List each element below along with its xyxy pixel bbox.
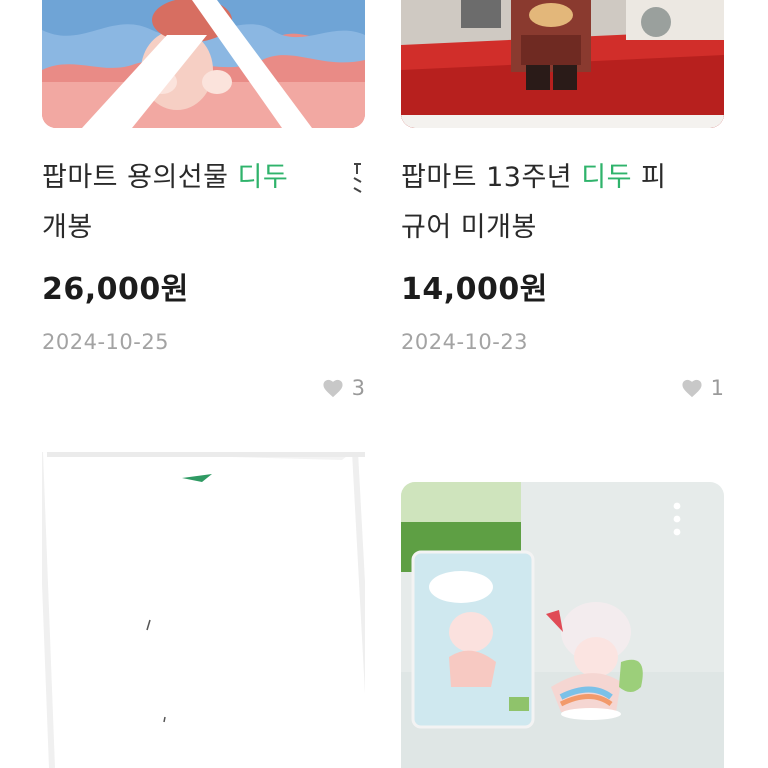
product-thumbnail-3[interactable] xyxy=(42,452,365,768)
title-highlight: 디두 xyxy=(581,162,632,193)
product-date-1: 2024-10-25 xyxy=(42,330,170,354)
product-title-2[interactable]: 팝마트 13주년 디두 피 규어 미개봉 xyxy=(401,153,724,253)
title-highlight: 디두 xyxy=(237,162,289,193)
product-price-2: 14,000원 xyxy=(401,272,548,307)
product-date-2: 2024-10-23 xyxy=(401,330,529,354)
more-vertical-icon[interactable] xyxy=(673,502,681,536)
heart-icon xyxy=(323,379,343,398)
product-price-1: 26,000원 xyxy=(42,272,189,307)
product-card-2[interactable]: 팝마트 13주년 디두 피 규어 미개봉 14,000원 2024-10-23 … xyxy=(401,0,724,430)
product-thumbnail-2[interactable] xyxy=(401,0,724,128)
product-thumbnail-1[interactable] xyxy=(42,0,365,128)
clipped-glyph xyxy=(352,160,362,196)
like-count-1[interactable]: 3 xyxy=(322,376,365,400)
heart-icon xyxy=(682,379,702,398)
product-title-1[interactable]: 팝마트 용의선물 디두 개봉 xyxy=(42,153,365,253)
product-thumbnail-4[interactable] xyxy=(401,482,724,768)
product-card-1[interactable]: 팝마트 용의선물 디두 개봉 26,000원 2024-10-25 3 xyxy=(42,0,365,430)
like-count-2[interactable]: 1 xyxy=(681,376,724,400)
